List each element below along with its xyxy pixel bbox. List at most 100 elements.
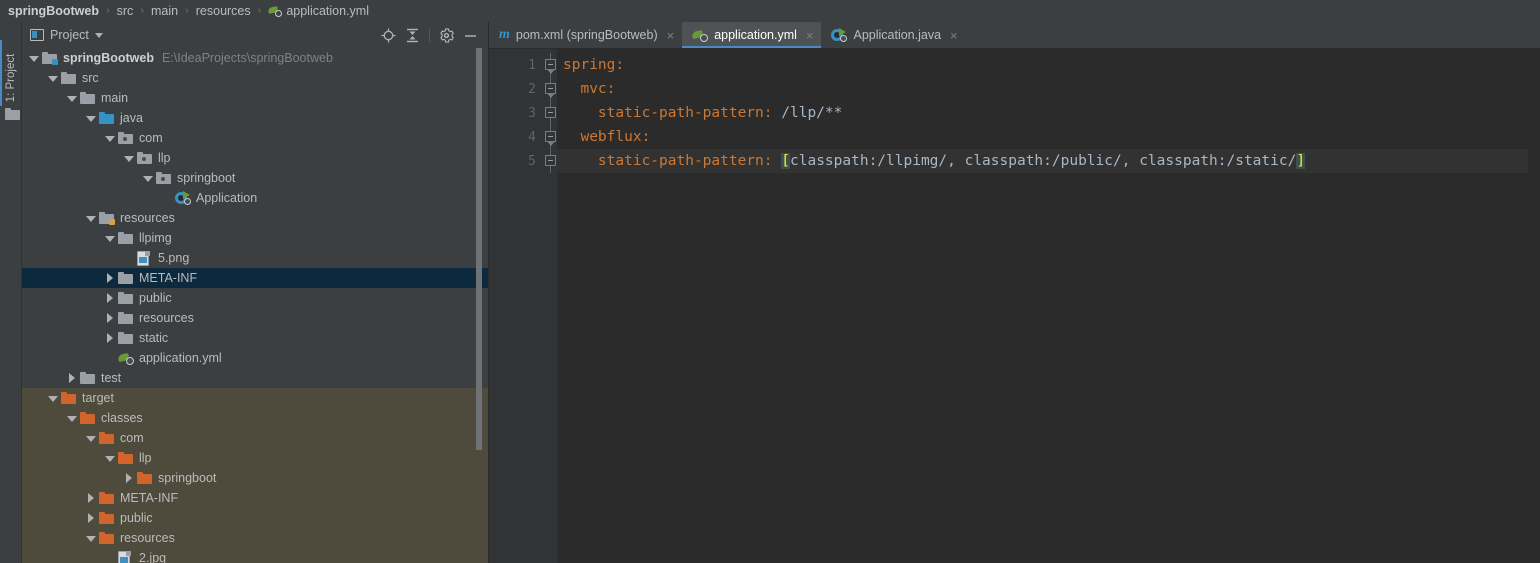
- chevron-right-icon[interactable]: [104, 292, 115, 304]
- tree-row[interactable]: src: [22, 68, 488, 88]
- tree-row[interactable]: static: [22, 328, 488, 348]
- tree-row[interactable]: 5.png: [22, 248, 488, 268]
- editor-scrollbar[interactable]: [1528, 49, 1540, 563]
- tree-row[interactable]: 2.jpg: [22, 548, 488, 563]
- chevron-down-icon[interactable]: [123, 153, 134, 164]
- project-tree-scrollbar[interactable]: [476, 48, 482, 563]
- gear-icon[interactable]: [439, 27, 454, 43]
- tab-label: application.yml: [714, 28, 797, 42]
- tree-row[interactable]: llp: [22, 448, 488, 468]
- code-line[interactable]: static-path-pattern: /llp/**: [557, 101, 1528, 125]
- tree-row-label: Application: [196, 191, 258, 205]
- locate-target-icon[interactable]: [381, 28, 396, 43]
- tree-row[interactable]: main: [22, 88, 488, 108]
- chevron-down-icon[interactable]: [66, 413, 77, 424]
- folder-gray-icon: [80, 370, 96, 386]
- scrollbar-thumb[interactable]: [476, 48, 482, 450]
- tree-row[interactable]: resources: [22, 528, 488, 548]
- tree-row[interactable]: Application: [22, 188, 488, 208]
- tree-row[interactable]: llpimg: [22, 228, 488, 248]
- sidebar-item-project-tab[interactable]: 1: Project: [0, 42, 22, 103]
- chevron-right-icon[interactable]: [123, 472, 134, 484]
- line-number: 5: [528, 153, 536, 169]
- chevron-down-icon[interactable]: [85, 213, 96, 224]
- tree-row[interactable]: test: [22, 368, 488, 388]
- tree-row[interactable]: java: [22, 108, 488, 128]
- tree-row[interactable]: META-INF: [22, 268, 488, 288]
- chevron-right-icon[interactable]: [85, 512, 96, 524]
- chevron-down-icon[interactable]: [94, 32, 103, 38]
- chevron-down-icon[interactable]: [85, 113, 96, 124]
- chevron-down-icon[interactable]: [47, 73, 58, 84]
- project-tree[interactable]: springBootweb E:\IdeaProjects\springBootw…: [22, 48, 488, 563]
- code-folding-gutter[interactable]: [545, 49, 557, 563]
- chevron-right-icon[interactable]: [104, 272, 115, 284]
- tree-row-label: resources: [139, 311, 194, 325]
- tree-row[interactable]: com: [22, 428, 488, 448]
- close-icon[interactable]: ×: [806, 28, 814, 43]
- tree-row[interactable]: springboot: [22, 468, 488, 488]
- chevron-right-icon[interactable]: [104, 332, 115, 344]
- chevron-down-icon[interactable]: [85, 433, 96, 444]
- java-class-icon: [175, 190, 191, 206]
- code-line[interactable]: spring:: [557, 53, 1528, 77]
- tab-application-yml[interactable]: application.yml ×: [682, 22, 822, 48]
- editor-area: m pom.xml (springBootweb) × application.…: [489, 22, 1540, 563]
- tree-row-label: public: [139, 291, 172, 305]
- tree-row[interactable]: springboot: [22, 168, 488, 188]
- tree-row[interactable]: resources: [22, 308, 488, 328]
- collapse-all-icon[interactable]: [405, 28, 420, 43]
- breadcrumb-item-src[interactable]: src: [117, 4, 134, 18]
- fold-marker[interactable]: [545, 101, 557, 125]
- package-icon: [156, 170, 172, 186]
- folder-source-icon: [99, 110, 115, 126]
- chevron-down-icon[interactable]: [104, 133, 115, 144]
- bracket-close: ]: [1296, 153, 1306, 169]
- tree-row[interactable]: META-INF: [22, 488, 488, 508]
- code-line[interactable]: static-path-pattern: [classpath:/llpimg/…: [557, 149, 1528, 173]
- fold-marker[interactable]: [545, 125, 557, 149]
- close-icon[interactable]: ×: [667, 28, 675, 43]
- chevron-right-icon[interactable]: [85, 492, 96, 504]
- chevron-down-icon[interactable]: [66, 93, 77, 104]
- tree-row-label: META-INF: [120, 491, 179, 505]
- line-number: 1: [528, 57, 536, 73]
- chevron-down-icon[interactable]: [104, 453, 115, 464]
- fold-marker[interactable]: [545, 77, 557, 101]
- close-icon[interactable]: ×: [950, 28, 958, 43]
- tree-row[interactable]: resources: [22, 208, 488, 228]
- chevron-down-icon[interactable]: [142, 173, 153, 184]
- code-line[interactable]: webflux:: [557, 125, 1528, 149]
- folder-gray-icon: [80, 90, 96, 106]
- breadcrumb-item-main[interactable]: main: [151, 4, 178, 18]
- tree-row[interactable]: target: [22, 388, 488, 408]
- chevron-down-icon[interactable]: [47, 393, 58, 404]
- tree-row[interactable]: classes: [22, 408, 488, 428]
- chevron-down-icon[interactable]: [104, 233, 115, 244]
- line-number: 2: [528, 81, 536, 97]
- chevron-down-icon[interactable]: [85, 533, 96, 544]
- tree-row[interactable]: public: [22, 508, 488, 528]
- breadcrumb-item-resources[interactable]: resources: [196, 4, 251, 18]
- tab-application-java[interactable]: Application.java ×: [821, 22, 965, 48]
- breadcrumb-item-project[interactable]: springBootweb: [8, 4, 99, 18]
- breadcrumb-item-file[interactable]: application.yml: [267, 4, 369, 18]
- code-text[interactable]: spring: mvc: static-path-pattern: /llp/*…: [557, 49, 1528, 563]
- chevron-down-icon[interactable]: [28, 53, 39, 64]
- chevron-right-icon[interactable]: [104, 312, 115, 324]
- tab-pom-xml[interactable]: m pom.xml (springBootweb) ×: [489, 22, 682, 48]
- chevron-right-icon[interactable]: [66, 372, 77, 384]
- tree-row[interactable]: public: [22, 288, 488, 308]
- code-line[interactable]: mvc:: [557, 77, 1528, 101]
- code-editor[interactable]: 1 2 3 4 5 spring: mvc: static-path-pattern: …: [489, 49, 1540, 563]
- minimize-icon[interactable]: [463, 28, 478, 43]
- tree-row[interactable]: llp: [22, 148, 488, 168]
- yaml-key: static-path-pattern: [597, 105, 764, 121]
- fold-marker[interactable]: [545, 53, 557, 77]
- tree-row[interactable]: springBootweb E:\IdeaProjects\springBootw…: [22, 48, 488, 68]
- tree-row[interactable]: application.yml: [22, 348, 488, 368]
- tree-row[interactable]: com: [22, 128, 488, 148]
- fold-marker[interactable]: [545, 149, 557, 173]
